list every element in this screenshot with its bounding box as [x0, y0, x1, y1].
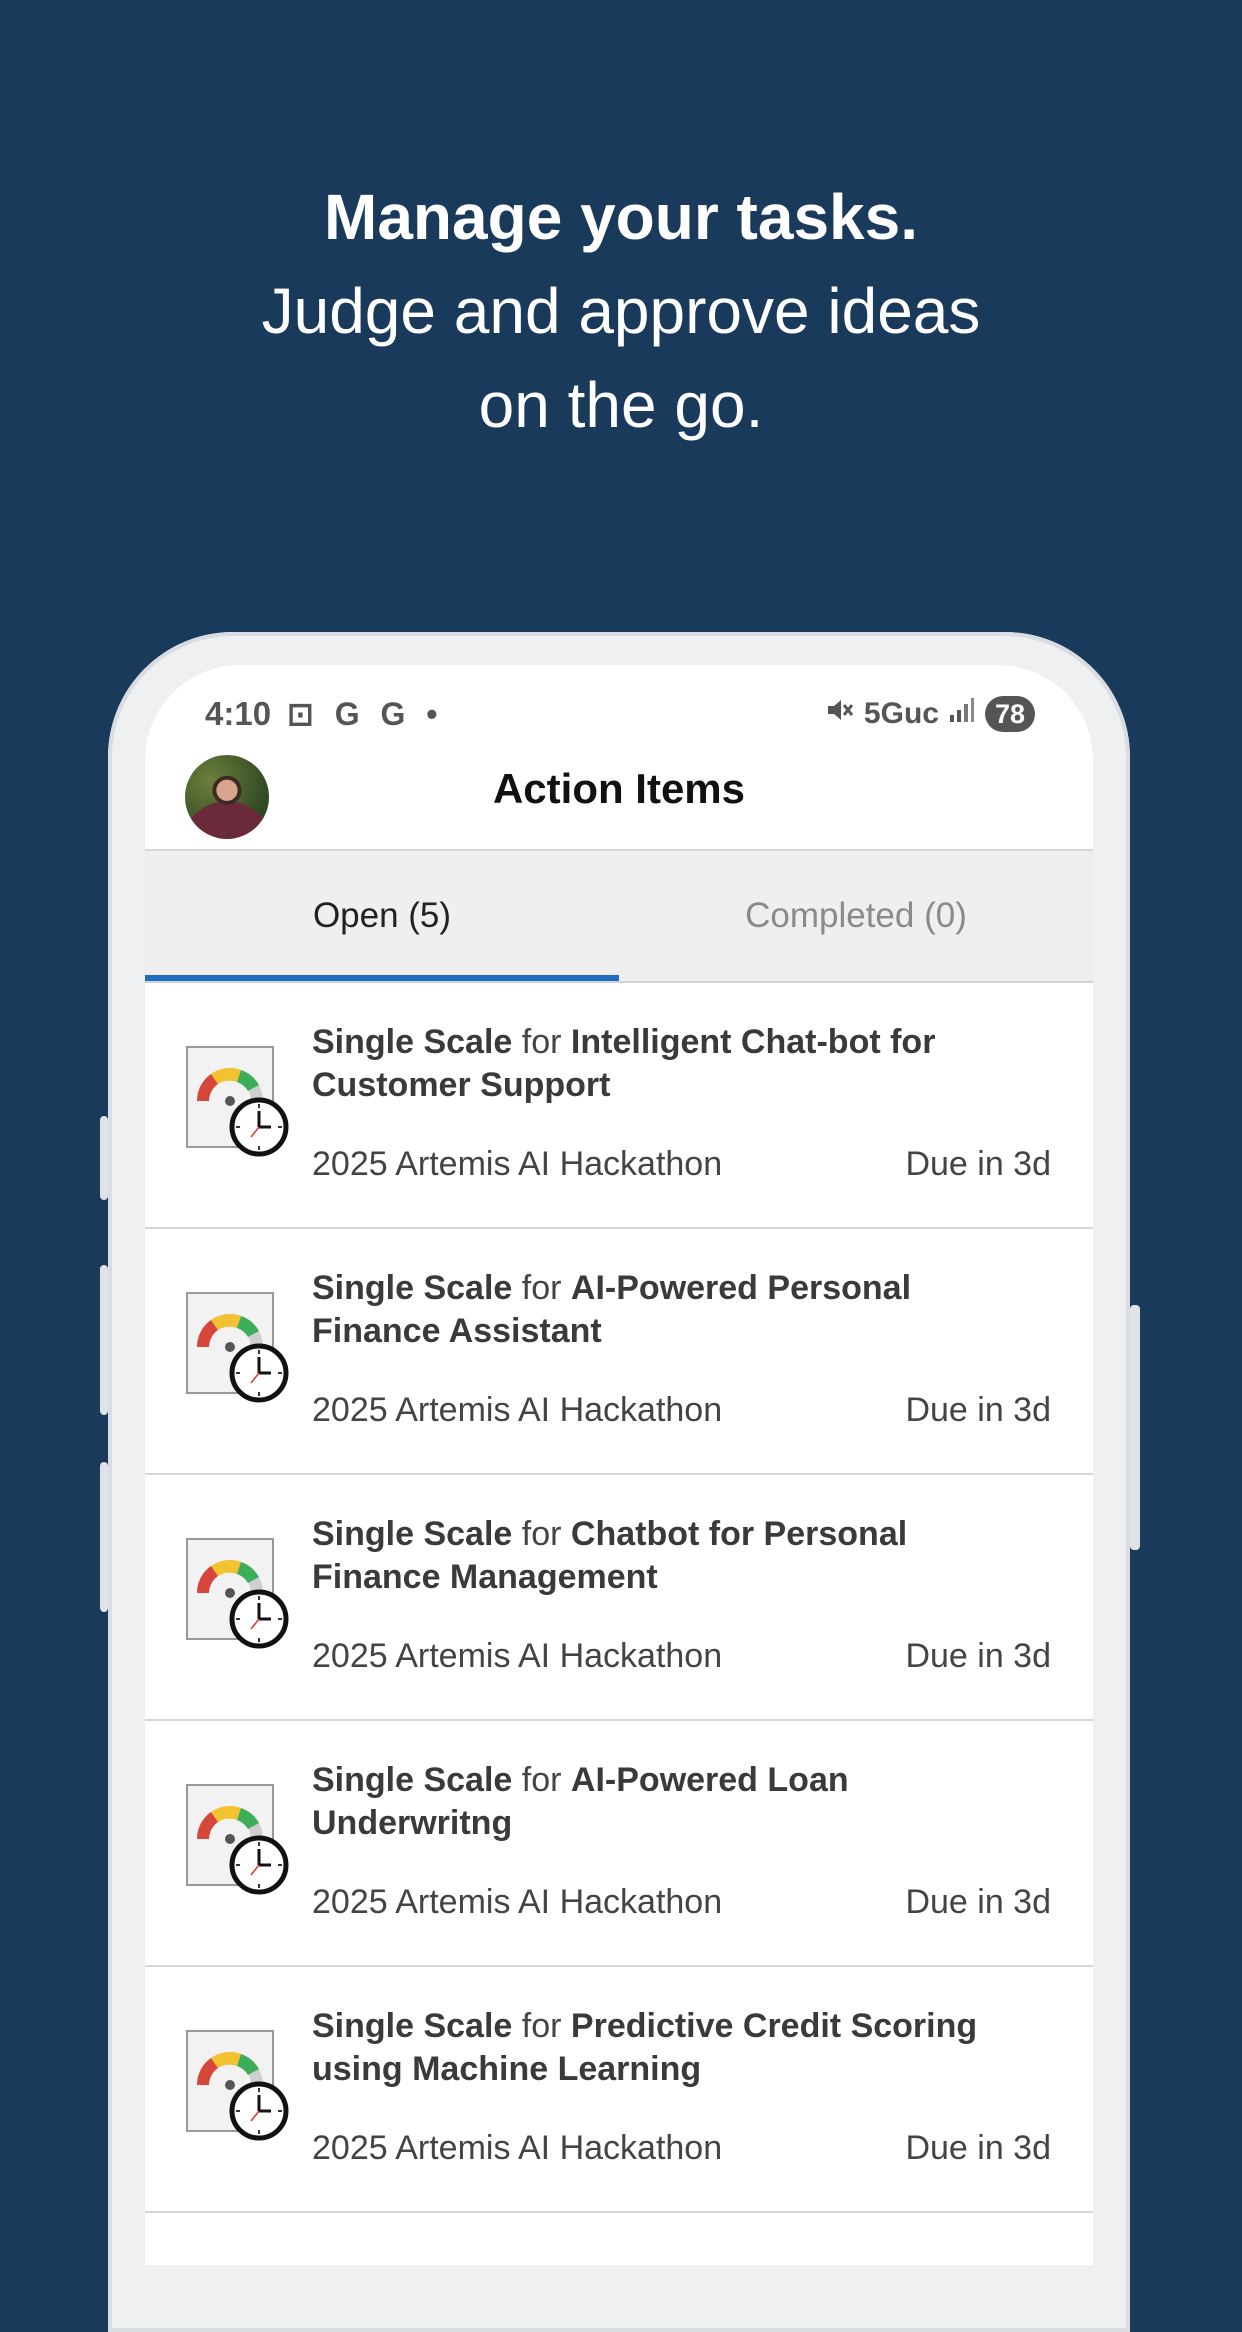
promo-line-2: Judge and approve ideas — [261, 275, 981, 347]
tab-indicator — [145, 975, 619, 981]
tab-bar: Open (5) Completed (0) — [145, 851, 1093, 983]
item-connector: for — [521, 1269, 562, 1307]
tab-open[interactable]: Open (5) — [145, 851, 619, 981]
item-type: Single Scale — [312, 1515, 513, 1553]
status-right: 5Guc 78 — [824, 695, 1035, 733]
network-label: 5Guc — [863, 697, 939, 730]
item-connector: for — [521, 1023, 562, 1061]
item-connector: for — [521, 2007, 562, 2045]
item-connector: for — [521, 1515, 562, 1553]
item-event: 2025 Artemis AI Hackathon — [312, 1391, 723, 1429]
item-due: Due in 3d — [905, 1883, 1051, 1921]
gauge-clock-icon — [185, 1291, 293, 1407]
phone-screen: 4:10 ⊡ G G • 5Guc 78 Action Items Open (… — [145, 665, 1093, 2265]
item-due: Due in 3d — [905, 1145, 1051, 1183]
item-type: Single Scale — [312, 2007, 513, 2045]
phone-side-button — [100, 1462, 108, 1612]
item-event: 2025 Artemis AI Hackathon — [312, 1145, 723, 1183]
item-type: Single Scale — [312, 1023, 513, 1061]
item-title: Single Scale for AI-Powered Loan Underwr… — [312, 1759, 1042, 1845]
notification-icons: ⊡ G G • — [287, 696, 444, 732]
item-title: Single Scale for Intelligent Chat-bot fo… — [312, 1021, 1042, 1107]
phone-side-button — [1130, 1305, 1140, 1550]
item-type: Single Scale — [312, 1269, 513, 1307]
item-due: Due in 3d — [905, 1391, 1051, 1429]
item-title: Single Scale for Chatbot for Personal Fi… — [312, 1513, 1042, 1599]
gauge-clock-icon — [185, 1783, 293, 1899]
item-connector: for — [521, 1761, 562, 1799]
mute-icon — [824, 695, 854, 733]
signal-icon — [949, 697, 975, 731]
gauge-clock-icon — [185, 2029, 293, 2145]
tab-completed[interactable]: Completed (0) — [619, 851, 1093, 981]
app-bar: Action Items — [145, 755, 1093, 851]
promo-line-1: Manage your tasks. — [324, 181, 918, 253]
phone-side-button — [100, 1116, 108, 1200]
battery-indicator: 78 — [984, 696, 1035, 732]
item-due: Due in 3d — [905, 1637, 1051, 1675]
promo-headline: Manage your tasks. Judge and approve ide… — [0, 170, 1242, 452]
list-item[interactable]: Single Scale for Predictive Credit Scori… — [145, 1967, 1093, 2213]
item-event: 2025 Artemis AI Hackathon — [312, 2129, 723, 2167]
status-time: 4:10 — [205, 695, 272, 732]
page-title: Action Items — [492, 765, 746, 812]
list-item[interactable]: Single Scale for Chatbot for Personal Fi… — [145, 1475, 1093, 1721]
list-item[interactable]: Single Scale for AI-Powered Loan Underwr… — [145, 1721, 1093, 1967]
item-event: 2025 Artemis AI Hackathon — [312, 1637, 723, 1675]
item-event: 2025 Artemis AI Hackathon — [312, 1883, 723, 1921]
gauge-clock-icon — [185, 1045, 293, 1161]
action-items-list: Single Scale for Intelligent Chat-bot fo… — [145, 983, 1093, 2213]
item-type: Single Scale — [312, 1761, 513, 1799]
phone-side-button — [100, 1265, 108, 1415]
promo-line-3: on the go. — [478, 369, 764, 441]
gauge-clock-icon — [185, 1537, 293, 1653]
list-item[interactable]: Single Scale for AI-Powered Personal Fin… — [145, 1229, 1093, 1475]
list-item[interactable]: Single Scale for Intelligent Chat-bot fo… — [145, 983, 1093, 1229]
item-title: Single Scale for Predictive Credit Scori… — [312, 2005, 1042, 2091]
item-due: Due in 3d — [905, 2129, 1051, 2167]
item-title: Single Scale for AI-Powered Personal Fin… — [312, 1267, 1042, 1353]
status-bar: 4:10 ⊡ G G • 5Guc 78 — [145, 665, 1093, 765]
